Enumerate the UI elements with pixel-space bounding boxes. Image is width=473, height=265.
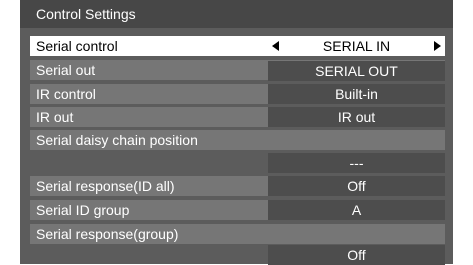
setting-value-ir-out[interactable]: IR out	[268, 107, 445, 127]
arrow-right-icon[interactable]	[434, 41, 441, 51]
setting-value-serial-out[interactable]: SERIAL OUT	[268, 61, 445, 81]
menu-title-bar: Control Settings	[20, 0, 453, 28]
setting-value-serial-id-group[interactable]: A	[268, 200, 445, 220]
setting-value-serial-response-group[interactable]: Off	[268, 245, 445, 265]
control-settings-menu: Control Settings Serial control SERIAL I…	[20, 0, 453, 265]
setting-label-serial-control[interactable]: Serial control	[30, 36, 268, 56]
setting-value-serial-response-id-all[interactable]: Off	[268, 176, 445, 196]
setting-value-text: SERIAL IN	[322, 38, 391, 54]
menu-title: Control Settings	[36, 6, 136, 22]
setting-label-serial-daisy-chain-position[interactable]: Serial daisy chain position	[30, 130, 445, 150]
setting-value-ir-control[interactable]: Built-in	[268, 84, 445, 104]
setting-value-serial-daisy-chain-position[interactable]: ---	[268, 153, 445, 173]
setting-label-serial-response-group[interactable]: Serial response(group)	[30, 224, 445, 244]
arrow-left-icon[interactable]	[272, 41, 279, 51]
setting-value-serial-control[interactable]: SERIAL IN	[268, 36, 445, 56]
